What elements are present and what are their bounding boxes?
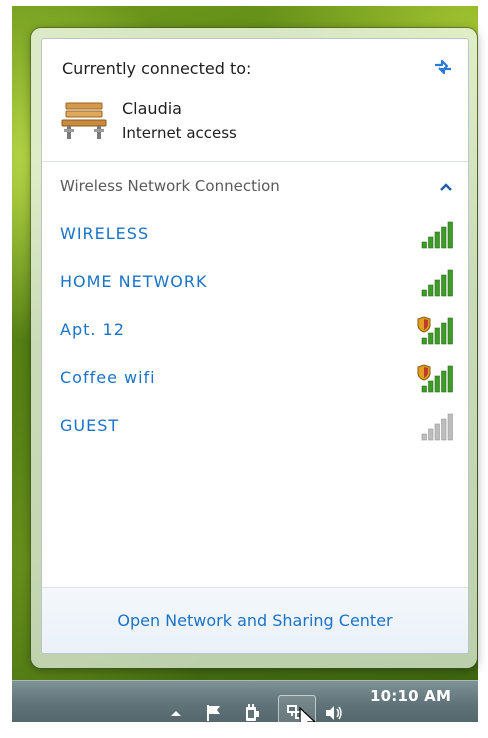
clock[interactable]: 10:10 AM (370, 687, 451, 705)
signal-strength-icon (421, 413, 453, 441)
network-item[interactable]: GUEST (42, 407, 468, 447)
network-item-label: Apt. 12 (60, 320, 125, 339)
network-item-label: Coffee wifi (60, 368, 156, 387)
network-item[interactable]: HOME NETWORK (42, 263, 468, 303)
speaker-icon (326, 706, 342, 720)
flag-icon (207, 705, 220, 721)
bench-icon (61, 102, 107, 139)
chevron-up-icon (171, 711, 181, 716)
screenshot-border-top (0, 0, 488, 6)
network-item[interactable]: Apt. 12 (42, 311, 468, 351)
refresh-button[interactable] (430, 55, 456, 79)
connected-network-status: Internet access (122, 124, 237, 142)
secured-signal-strength-icon (417, 316, 453, 345)
connected-header: Currently connected to: (62, 59, 252, 78)
wireless-section-header[interactable]: Wireless Network Connection (42, 173, 468, 203)
network-item-label: GUEST (60, 416, 120, 435)
signal-strength-icon (421, 269, 453, 297)
screenshot-border-left (0, 0, 12, 738)
connected-network-name: Claudia (122, 99, 182, 118)
network-item-label: WIRELESS (60, 224, 150, 243)
flyout-footer: Open Network and Sharing Center (42, 588, 468, 653)
power-plug-icon (246, 704, 259, 721)
network-flyout: Currently connected to: Claudia Internet… (41, 38, 469, 654)
network-item[interactable]: Coffee wifi (42, 359, 468, 399)
section-title: Wireless Network Connection (60, 177, 280, 195)
network-item[interactable]: WIRELESS (42, 215, 468, 255)
screenshot-border-right (478, 0, 488, 738)
open-network-sharing-center-link[interactable]: Open Network and Sharing Center (42, 611, 468, 630)
refresh-icon (435, 59, 451, 75)
network-item-label: HOME NETWORK (60, 272, 208, 291)
divider (42, 161, 468, 162)
chevron-up-icon (440, 183, 452, 191)
secured-signal-strength-icon (417, 364, 453, 393)
screenshot-border-bottom (0, 722, 488, 738)
signal-strength-icon (421, 221, 453, 249)
